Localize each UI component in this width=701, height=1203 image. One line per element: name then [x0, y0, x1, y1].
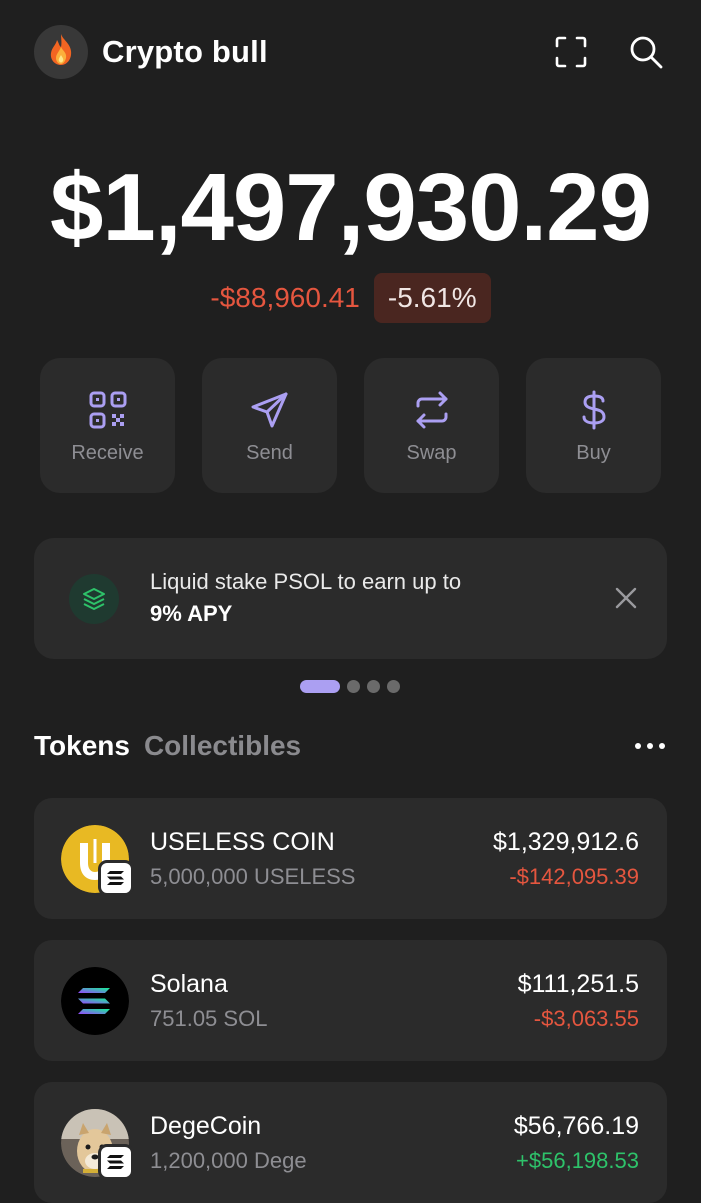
- stake-layers-icon: [69, 574, 119, 624]
- tab-collectibles[interactable]: Collectibles: [144, 726, 301, 766]
- banner-message: Liquid stake PSOL to earn up to: [150, 569, 462, 594]
- token-value: $56,766.19: [513, 1112, 639, 1140]
- action-buttons: Receive Send Swap Buy: [40, 358, 661, 493]
- buy-button[interactable]: Buy: [526, 358, 661, 493]
- send-label: Send: [246, 442, 293, 464]
- token-name: USELESS COIN: [150, 828, 335, 856]
- asset-tabs: Tokens Collectibles: [34, 726, 301, 766]
- banner-highlight: 9% APY: [150, 601, 233, 626]
- send-button[interactable]: Send: [202, 358, 337, 493]
- promo-banner[interactable]: Liquid stake PSOL to earn up to 9% APY: [34, 538, 667, 659]
- carousel-dot-active[interactable]: [300, 680, 340, 693]
- balance-change-row: -$88,960.41 -5.61%: [0, 273, 701, 323]
- carousel-dot[interactable]: [387, 680, 400, 693]
- send-icon: [248, 388, 292, 432]
- scan-icon[interactable]: [552, 33, 590, 71]
- account-name[interactable]: Crypto bull: [102, 30, 268, 74]
- token-row-solana[interactable]: Solana 751.05 SOL $111,251.5 -$3,063.55: [34, 940, 667, 1061]
- solana-chain-badge-icon: [98, 860, 134, 896]
- balance-change-percent-badge: -5.61%: [373, 273, 491, 323]
- solana-chain-badge-icon: [98, 1144, 134, 1180]
- token-change: -$142,095.39: [509, 864, 639, 889]
- qr-code-icon: [86, 388, 130, 432]
- swap-icon: [410, 388, 454, 432]
- carousel-dot[interactable]: [367, 680, 380, 693]
- balance-change-amount: -$88,960.41: [210, 282, 360, 313]
- token-change: -$3,063.55: [533, 1006, 639, 1031]
- banner-text: Liquid stake PSOL to earn up to 9% APY: [150, 566, 461, 630]
- token-amount: 751.05 SOL: [150, 1006, 268, 1031]
- token-amount: 5,000,000 USELESS: [150, 864, 356, 889]
- buy-label: Buy: [576, 442, 611, 464]
- fire-icon: [46, 33, 76, 72]
- swap-label: Swap: [406, 442, 457, 464]
- search-icon[interactable]: [627, 33, 665, 71]
- token-value: $1,329,912.6: [493, 828, 639, 856]
- token-name: DegeCoin: [150, 1112, 262, 1140]
- carousel-pagination: [300, 680, 400, 693]
- header: Crypto bull: [0, 0, 701, 105]
- token-amount: 1,200,000 Dege: [150, 1148, 307, 1173]
- solana-logo-icon: [61, 967, 129, 1035]
- swap-button[interactable]: Swap: [364, 358, 499, 493]
- total-balance: $1,497,930.29: [50, 154, 652, 261]
- carousel-dot[interactable]: [347, 680, 360, 693]
- tab-tokens[interactable]: Tokens: [34, 726, 130, 766]
- receive-button[interactable]: Receive: [40, 358, 175, 493]
- token-row-degecoin[interactable]: DegeCoin 1,200,000 Dege $56,766.19 +$56,…: [34, 1082, 667, 1203]
- receive-label: Receive: [71, 442, 144, 464]
- account-avatar[interactable]: [34, 25, 88, 79]
- token-change: +$56,198.53: [516, 1148, 639, 1173]
- dollar-icon: [572, 388, 616, 432]
- more-options-icon[interactable]: [633, 733, 667, 759]
- token-name: Solana: [150, 970, 228, 998]
- token-row-useless-coin[interactable]: USELESS COIN 5,000,000 USELESS $1,329,91…: [34, 798, 667, 919]
- token-value: $111,251.5: [517, 970, 639, 998]
- close-icon[interactable]: [612, 584, 642, 614]
